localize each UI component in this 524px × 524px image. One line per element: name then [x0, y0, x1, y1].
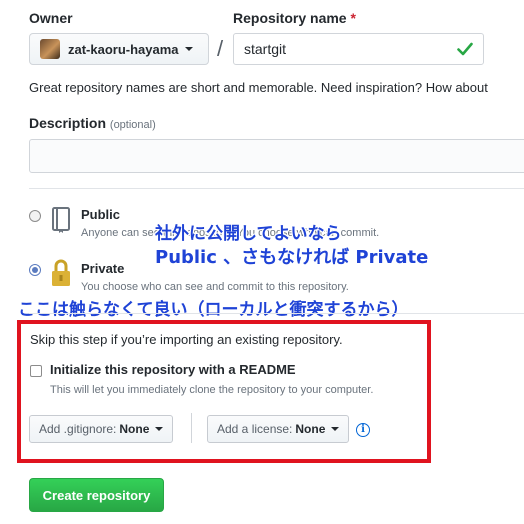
license-value: None: [295, 422, 326, 436]
private-radio[interactable]: [29, 264, 41, 276]
readme-checkbox[interactable]: [30, 365, 42, 377]
public-title: Public: [81, 207, 121, 222]
owner-value: zat-kaoru-hayama: [68, 41, 179, 57]
avatar: [40, 39, 60, 59]
skip-note: Skip this step if you’re importing an ex…: [30, 332, 343, 347]
readme-note: This will let you immediately clone the …: [50, 384, 374, 396]
button-separator: [191, 413, 192, 443]
check-icon: [457, 42, 473, 56]
repo-book-icon: [52, 207, 70, 233]
description-label-text: Description: [29, 115, 107, 131]
annotation-line3: ここは触らなくて良い（ローカルと衝突するから）: [18, 300, 409, 320]
divider-2: [29, 313, 524, 314]
caret-down-icon: [331, 427, 340, 431]
owner-label: Owner: [29, 10, 73, 26]
annotation-line2: Public 、さもなければ Private: [155, 247, 429, 268]
private-title: Private: [81, 261, 125, 276]
license-dropdown[interactable]: Add a license: None: [207, 415, 350, 443]
gitignore-value: None: [119, 422, 150, 436]
public-radio[interactable]: [29, 210, 41, 222]
description-input[interactable]: [29, 139, 524, 173]
gitignore-label: Add .gitignore:: [39, 422, 117, 436]
owner-repo-separator: /: [217, 36, 224, 61]
caret-down-icon: [184, 47, 193, 51]
repo-name-label: Repository name *: [233, 10, 356, 26]
gitignore-dropdown[interactable]: Add .gitignore: None: [29, 415, 174, 443]
info-icon[interactable]: i: [356, 423, 370, 437]
readme-label[interactable]: Initialize this repository with a README: [50, 362, 296, 377]
repo-name-input[interactable]: [233, 33, 484, 65]
divider: [29, 188, 524, 189]
optional-note: (optional): [109, 119, 156, 131]
owner-select[interactable]: zat-kaoru-hayama: [29, 33, 209, 65]
annotation-line1: 社外に公開してよいなら: [155, 224, 342, 244]
license-label: Add a license:: [217, 422, 293, 436]
description-label: Description (optional): [29, 115, 156, 131]
required-mark: *: [350, 10, 356, 26]
private-note: You choose who can see and commit to thi…: [81, 281, 349, 293]
lock-icon: [52, 259, 70, 286]
caret-down-icon: [155, 427, 164, 431]
repo-name-hint: Great repository names are short and mem…: [29, 80, 488, 95]
create-repository-button[interactable]: Create repository: [29, 478, 164, 512]
repo-name-label-text: Repository name: [233, 10, 347, 26]
